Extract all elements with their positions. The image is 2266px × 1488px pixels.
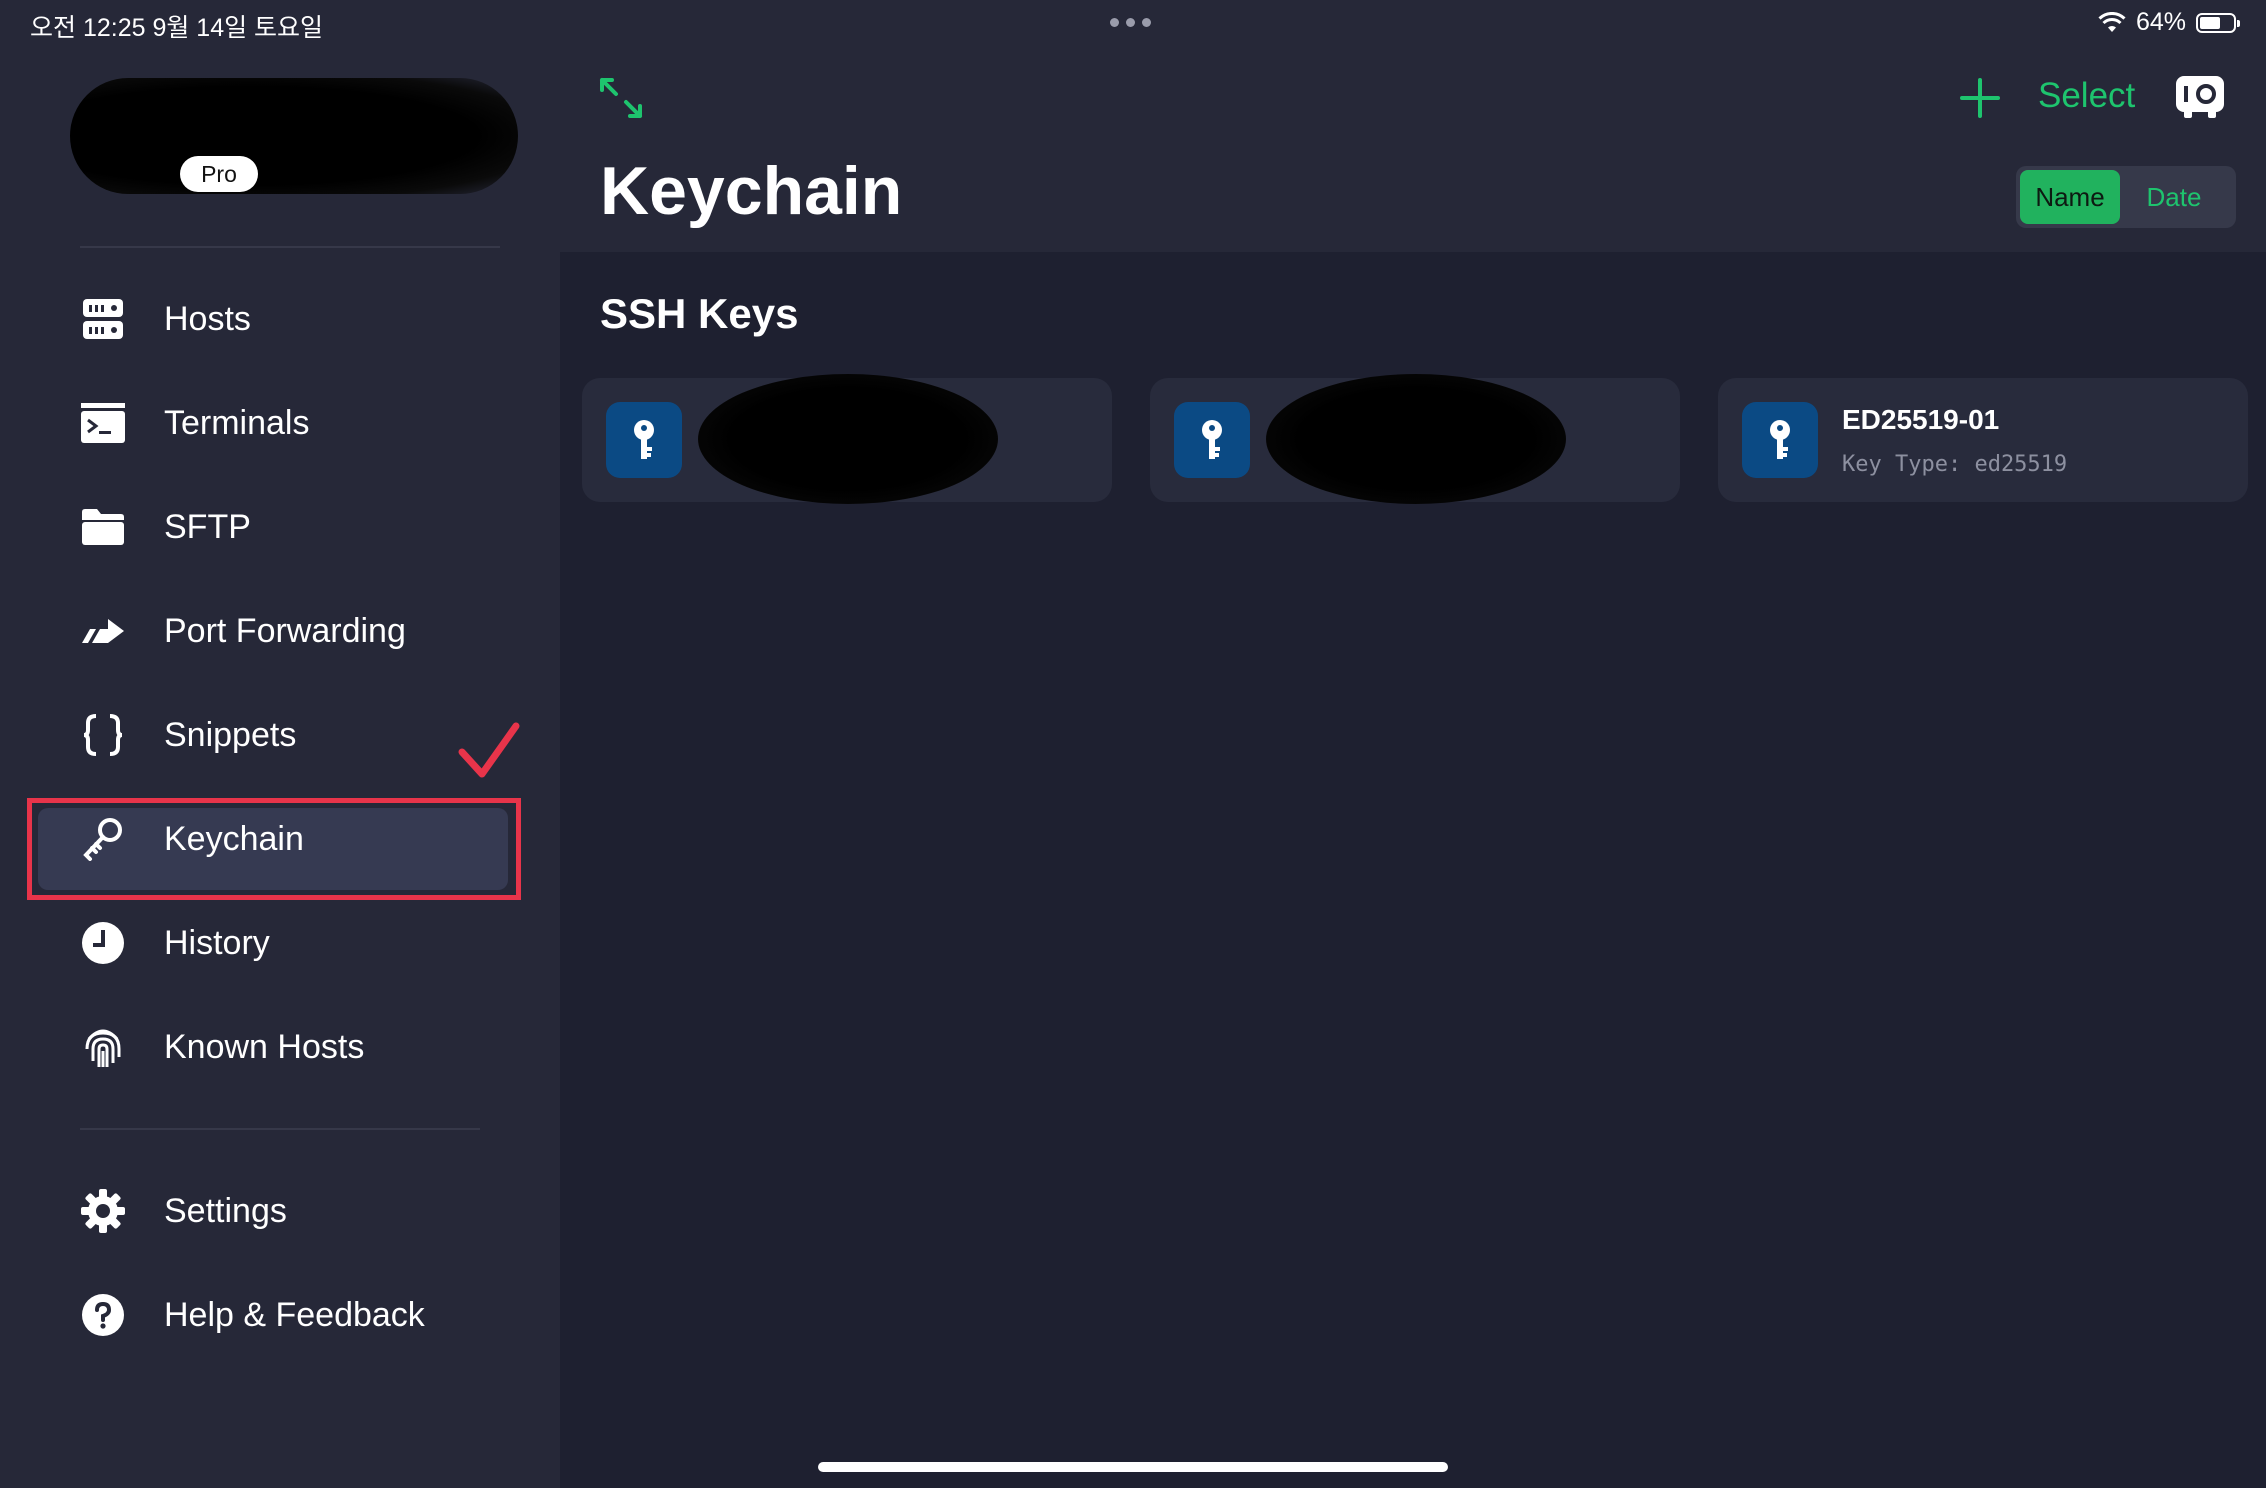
braces-icon <box>80 712 126 758</box>
sort-segmented-control: Name Date <box>2016 166 2236 228</box>
sidebar-item-settings[interactable]: Settings <box>0 1166 560 1256</box>
status-time: 오전 12:25 9월 14일 토요일 <box>30 14 324 42</box>
ssh-key-card[interactable] <box>582 374 1112 504</box>
clock-icon <box>80 920 126 966</box>
sidebar-item-label: Port Forwarding <box>164 611 406 650</box>
fingerprint-icon <box>80 1024 126 1070</box>
key-icon <box>1770 420 1790 459</box>
wifi-icon <box>2098 11 2126 32</box>
redacted-key-name <box>698 374 998 504</box>
annotation-check-icon <box>458 722 520 778</box>
key-tile <box>1174 402 1250 478</box>
key-tile <box>606 402 682 478</box>
annotation-highlight-box <box>27 798 521 900</box>
sidebar-item-label: History <box>164 923 270 962</box>
battery-percent: 64% <box>2135 8 2186 36</box>
help-icon <box>80 1292 126 1338</box>
pro-badge: Pro <box>180 156 258 192</box>
sidebar-item-label: Settings <box>164 1191 287 1230</box>
redacted-key-name <box>1266 374 1566 504</box>
sidebar-item-label: Terminals <box>164 403 310 442</box>
sidebar-item-label: Known Hosts <box>164 1027 365 1066</box>
port-forward-icon <box>80 608 126 654</box>
hosts-icon <box>80 296 126 342</box>
key-tile <box>1742 402 1818 478</box>
sidebar-item-help-feedback[interactable]: Help & Feedback <box>0 1270 560 1360</box>
sidebar-item-history[interactable]: History <box>0 898 560 988</box>
sidebar-item-label: Hosts <box>164 299 251 338</box>
sidebar-divider <box>80 246 500 248</box>
sort-by-name-button[interactable]: Name <box>2020 170 2120 224</box>
ssh-key-card[interactable] <box>1150 374 1680 504</box>
sidebar-item-hosts[interactable]: Hosts <box>0 274 560 364</box>
sidebar-item-label: SFTP <box>164 507 251 546</box>
folder-icon <box>80 504 126 550</box>
sidebar-item-terminals[interactable]: Terminals <box>0 378 560 468</box>
multitasking-dots[interactable] <box>1110 18 1151 27</box>
key-name: ED25519-01 <box>1842 404 2000 435</box>
sidebar-item-port-forwarding[interactable]: Port Forwarding <box>0 586 560 676</box>
sidebar-item-known-hosts[interactable]: Known Hosts <box>0 1002 560 1092</box>
add-icon[interactable] <box>1960 78 2000 118</box>
sort-by-date-button[interactable]: Date <box>2120 170 2228 224</box>
home-indicator[interactable] <box>818 1462 1448 1472</box>
sidebar-divider <box>80 1128 480 1130</box>
key-type: Key Type: ed25519 <box>1842 452 2068 477</box>
key-icon <box>634 420 654 459</box>
sidebar-item-label: Snippets <box>164 715 297 754</box>
battery-icon <box>2196 12 2240 33</box>
account-avatar-redacted[interactable] <box>70 78 518 194</box>
status-bar: 오전 12:25 9월 14일 토요일 64% <box>0 0 2266 48</box>
sidebar-item-label: Help & Feedback <box>164 1295 425 1334</box>
select-button[interactable]: Select <box>2038 76 2135 116</box>
ssh-key-card[interactable]: ED25519-01 Key Type: ed25519 <box>1718 378 2248 502</box>
vault-icon[interactable] <box>2174 74 2226 120</box>
sidebar-item-sftp[interactable]: SFTP <box>0 482 560 572</box>
key-icon <box>1202 420 1222 459</box>
expand-icon[interactable] <box>598 76 644 120</box>
page-title: Keychain <box>600 153 903 229</box>
section-title: SSH Keys <box>600 290 799 337</box>
gear-icon <box>80 1188 126 1234</box>
terminal-icon <box>80 400 126 446</box>
